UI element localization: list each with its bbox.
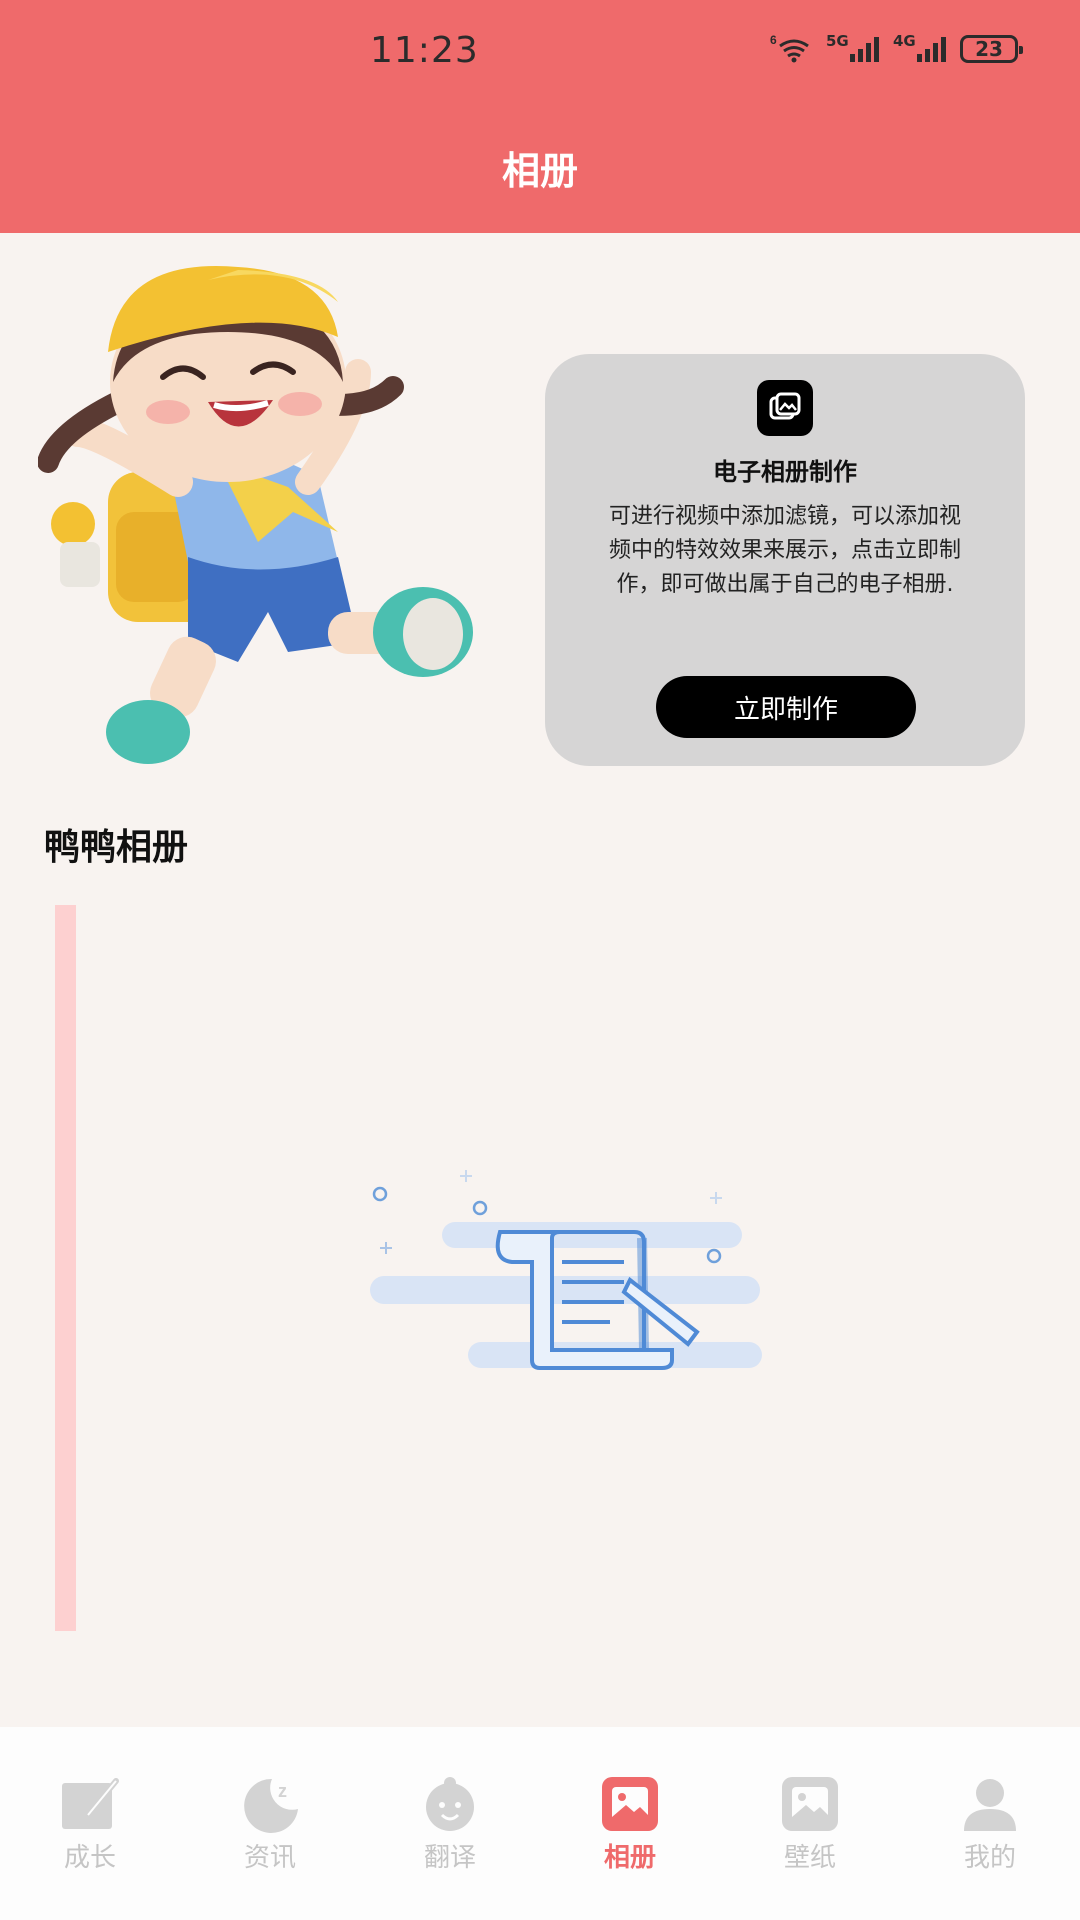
picture-icon	[782, 1777, 838, 1831]
svg-text:z: z	[278, 1781, 287, 1801]
promo-title: 电子相册制作	[713, 458, 857, 486]
image-icon	[602, 1777, 658, 1831]
girl-illustration	[37, 262, 498, 772]
signal-5g-icon: 5G	[826, 32, 879, 62]
status-icons: 6 5G 4G 23	[770, 32, 1023, 64]
nav-item-wallpaper[interactable]: 壁纸	[720, 1727, 900, 1920]
empty-document-icon	[362, 1150, 762, 1380]
nav-item-translate[interactable]: 翻译	[360, 1727, 540, 1920]
nav-label-news: 资讯	[243, 1843, 296, 1873]
bottom-nav: 成长 z 资讯 翻译 相册 壁纸 我的	[0, 1727, 1080, 1920]
pen-note-icon	[62, 1778, 119, 1829]
section-title: 鸭鸭相册	[44, 827, 189, 868]
nav-item-mine[interactable]: 我的	[900, 1727, 1080, 1920]
nav-item-growth[interactable]: 成长	[0, 1727, 180, 1920]
nav-label-growth: 成长	[63, 1843, 116, 1873]
wifi-icon: 6	[770, 33, 812, 64]
status-time: 11:23	[370, 30, 479, 71]
svg-text:6: 6	[770, 34, 777, 47]
nav-label-mine: 我的	[963, 1843, 1016, 1873]
page-title: 相册	[501, 149, 578, 193]
user-icon	[964, 1779, 1016, 1831]
signal-4g-icon: 4G	[893, 32, 946, 62]
nav-label-wallpaper: 壁纸	[783, 1843, 836, 1873]
baby-face-icon	[426, 1777, 474, 1831]
battery-level: 23	[975, 37, 1003, 61]
moon-icon: z	[244, 1778, 298, 1833]
album-promo-card: 电子相册制作 可进行视频中添加滤镜，可以添加视频中的特效效果来展示，点击立即制作…	[545, 354, 1025, 766]
photo-album-icon	[757, 380, 813, 436]
create-now-button[interactable]: 立即制作	[656, 676, 916, 738]
promo-description: 可进行视频中添加滤镜，可以添加视频中的特效效果来展示，点击立即制作，即可做出属于…	[608, 504, 961, 597]
header-bar: 11:23 6 5G 4G 23 相册	[0, 0, 1080, 233]
nav-label-translate: 翻译	[423, 1843, 476, 1873]
battery-icon: 23	[960, 35, 1023, 63]
nav-item-news[interactable]: z 资讯	[180, 1727, 360, 1920]
nav-label-album: 相册	[603, 1843, 656, 1873]
nav-item-album[interactable]: 相册	[540, 1727, 720, 1920]
accent-bar	[55, 905, 76, 1631]
